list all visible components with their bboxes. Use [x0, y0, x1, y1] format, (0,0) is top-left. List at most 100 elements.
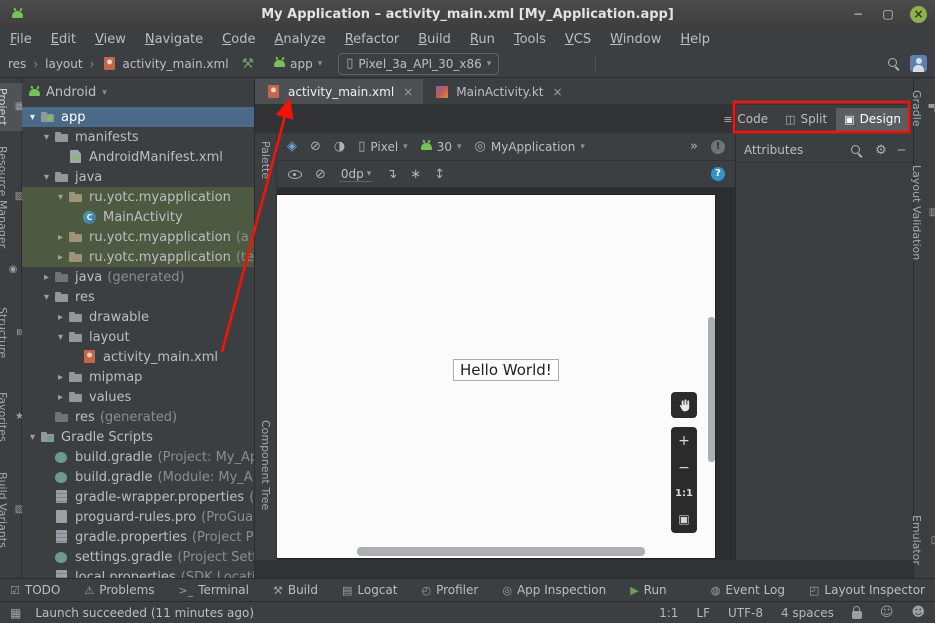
- toolwindow-layout-inspector[interactable]: ◰ Layout Inspector: [809, 583, 925, 597]
- tree-row[interactable]: res (generated): [22, 407, 254, 427]
- tree-row[interactable]: activity_main.xml: [22, 347, 254, 367]
- encoding-indicator[interactable]: UTF-8: [728, 606, 763, 620]
- palette-tab[interactable]: Palette: [259, 141, 272, 179]
- zoom-indicator[interactable]: 1:1: [659, 606, 678, 620]
- api-version-select[interactable]: 30 ▾: [421, 140, 462, 154]
- project-view-selector[interactable]: Android: [46, 85, 96, 100]
- search-everywhere-icon[interactable]: [886, 56, 901, 71]
- tree-chevron-icon[interactable]: ▸: [40, 272, 53, 283]
- menu-item[interactable]: Tools: [514, 32, 546, 47]
- pack-controls-icon[interactable]: ↕: [434, 167, 445, 182]
- tree-row[interactable]: MainActivity: [22, 207, 254, 227]
- zoom-out-button[interactable]: −: [678, 461, 690, 475]
- tree-chevron-icon[interactable]: ▸: [54, 232, 67, 243]
- line-ending-indicator[interactable]: LF: [696, 606, 710, 620]
- toolwindow-terminal[interactable]: >_ Terminal: [179, 583, 249, 597]
- toolwindow-app-inspection[interactable]: ◎ App Inspection: [502, 583, 606, 597]
- maximize-button[interactable]: ▢: [880, 7, 896, 21]
- hide-panel-icon[interactable]: ─: [898, 143, 905, 157]
- tree-row[interactable]: ▸ values: [22, 387, 254, 407]
- menu-item[interactable]: File: [10, 32, 32, 47]
- menu-item[interactable]: Help: [680, 32, 710, 47]
- tree-row[interactable]: ▾ layout: [22, 327, 254, 347]
- close-tab-icon[interactable]: ×: [553, 85, 563, 99]
- orientation-icon[interactable]: ◑: [334, 139, 345, 154]
- toolwindow-build[interactable]: ⚒ Build: [273, 583, 318, 597]
- search-icon[interactable]: [849, 143, 864, 158]
- close-button[interactable]: ×: [910, 6, 927, 23]
- tree-chevron-icon[interactable]: ▾: [26, 112, 39, 123]
- zoom-level[interactable]: 1:1: [675, 488, 693, 499]
- menu-item[interactable]: Refactor: [345, 32, 400, 47]
- device-select[interactable]: ▯ Pixel_3a_API_30_x86 ▾: [338, 53, 499, 75]
- menu-item[interactable]: VCS: [565, 32, 591, 47]
- breadcrumb-item[interactable]: › layout: [26, 56, 82, 72]
- tree-row[interactable]: AndroidManifest.xml: [22, 147, 254, 167]
- menu-item[interactable]: Run: [470, 32, 495, 47]
- tree-chevron-icon[interactable]: ▾: [26, 432, 39, 443]
- blueprint-icon[interactable]: ⊘: [310, 139, 321, 154]
- close-tab-icon[interactable]: ×: [403, 85, 413, 99]
- zoom-to-fit-button[interactable]: ▣: [678, 512, 689, 526]
- toolwindow-problems[interactable]: ⚠ Problems: [84, 583, 154, 597]
- infer-constraints-icon[interactable]: ∗: [410, 167, 421, 182]
- tree-chevron-icon[interactable]: ▾: [54, 192, 67, 203]
- build-hammer-icon[interactable]: ⚒: [242, 56, 255, 72]
- tab-mainactivity-kt[interactable]: MainActivity.kt ×: [423, 79, 572, 104]
- hello-world-textview[interactable]: Hello World!: [453, 359, 559, 381]
- tree-row[interactable]: ▸ mipmap: [22, 367, 254, 387]
- menu-item[interactable]: Navigate: [145, 32, 203, 47]
- face-icon[interactable]: ☻: [911, 605, 925, 620]
- toolwindow-profiler[interactable]: ◴ Profiler: [421, 583, 478, 597]
- tree-row[interactable]: local.properties (SDK Locati: [22, 567, 254, 578]
- tab-activity-main-xml[interactable]: activity_main.xml ×: [255, 79, 423, 104]
- autoconnect-off-icon[interactable]: ⊘: [315, 167, 326, 182]
- menu-item[interactable]: Code: [222, 32, 255, 47]
- toolwindow-gradle[interactable]: ▞ Gradle: [909, 85, 935, 132]
- tree-chevron-icon[interactable]: ▾: [40, 292, 53, 303]
- device-in-editor-select[interactable]: ▯ Pixel ▾: [358, 139, 407, 154]
- issue-indicator-icon[interactable]: !: [711, 140, 725, 154]
- tree-row[interactable]: ▾ manifests: [22, 127, 254, 147]
- toolwindow-emulator[interactable]: ▯ Emulator: [909, 510, 935, 570]
- toolwindow-layout-validation[interactable]: ▥ Layout Validation: [909, 160, 935, 265]
- tree-chevron-icon[interactable]: ▾: [40, 132, 53, 143]
- menu-item[interactable]: Analyze: [274, 32, 325, 47]
- vertical-scrollbar[interactable]: [708, 317, 715, 462]
- pan-button[interactable]: [671, 392, 697, 418]
- pin-icon[interactable]: ◉: [2, 263, 20, 276]
- clear-constraints-icon[interactable]: ↴: [386, 167, 397, 182]
- tree-row[interactable]: ▾ app: [22, 107, 254, 127]
- tree-row[interactable]: ▸ ru.yotc.myapplication (tes: [22, 247, 254, 267]
- gear-icon[interactable]: ⚙: [875, 143, 887, 158]
- tree-row[interactable]: proguard-rules.pro (ProGuar: [22, 507, 254, 527]
- tree-chevron-icon[interactable]: ▸: [54, 312, 67, 323]
- toolwindow-logcat[interactable]: ▤ Logcat: [342, 583, 398, 597]
- tree-row[interactable]: ▸ java (generated): [22, 267, 254, 287]
- menu-item[interactable]: Edit: [51, 32, 76, 47]
- component-tree-tab[interactable]: Component Tree: [259, 420, 272, 510]
- indent-indicator[interactable]: 4 spaces: [781, 606, 834, 620]
- toolwindow-run[interactable]: ▶ Run: [630, 583, 666, 597]
- toolwindow-todo[interactable]: ☑ TODO: [10, 583, 60, 597]
- menu-item[interactable]: View: [95, 32, 126, 47]
- tree-row[interactable]: build.gradle (Module: My_Ap: [22, 467, 254, 487]
- run-configuration-select[interactable]: app ▾: [267, 54, 329, 74]
- device-canvas[interactable]: Hello World!: [277, 195, 715, 558]
- tree-chevron-icon[interactable]: ▾: [40, 172, 53, 183]
- tree-row[interactable]: build.gradle (Project: My_Ap: [22, 447, 254, 467]
- zoom-in-button[interactable]: +: [678, 434, 690, 448]
- tree-chevron-icon[interactable]: ▸: [54, 372, 67, 383]
- mode-design[interactable]: ▣ Design: [836, 108, 909, 131]
- lock-icon[interactable]: [852, 611, 862, 619]
- mode-code[interactable]: ≡ Code: [715, 108, 776, 131]
- design-surface-icon[interactable]: ◈: [287, 139, 297, 154]
- toolwindow-switcher-icon[interactable]: ▦: [10, 606, 21, 620]
- tree-row[interactable]: ▸ ru.yotc.myapplication (a: [22, 227, 254, 247]
- tree-row[interactable]: gradle-wrapper.properties (: [22, 487, 254, 507]
- tree-chevron-icon[interactable]: ▸: [54, 392, 67, 403]
- tree-row[interactable]: gradle.properties (Project Pr: [22, 527, 254, 547]
- tree-row[interactable]: ▾ Gradle Scripts: [22, 427, 254, 447]
- menu-item[interactable]: Window: [610, 32, 661, 47]
- view-options-icon[interactable]: [287, 167, 302, 181]
